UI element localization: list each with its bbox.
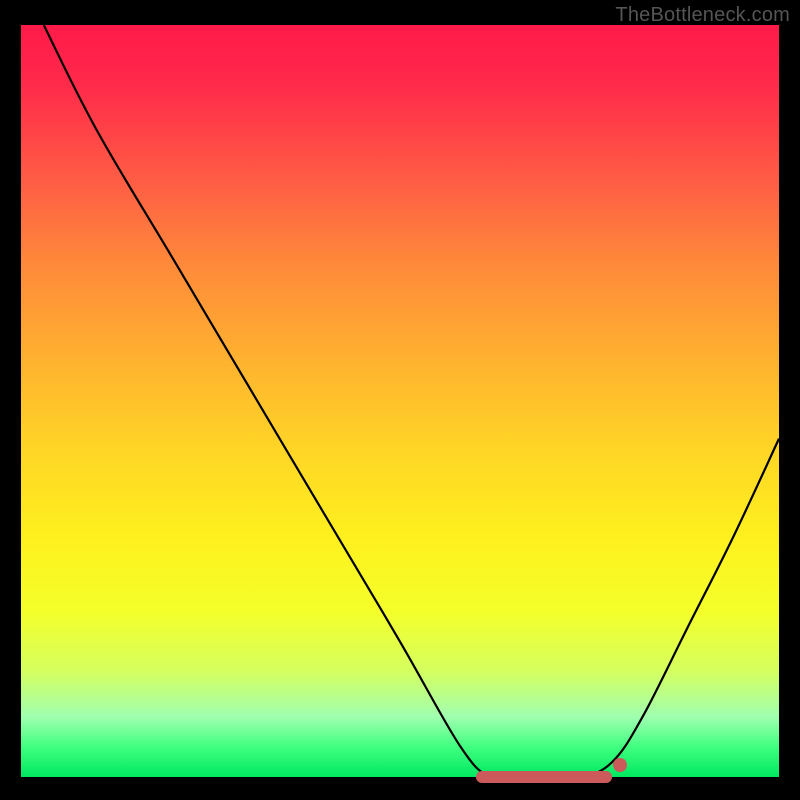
watermark-text: TheBottleneck.com — [615, 4, 790, 27]
trough-highlight — [476, 771, 612, 783]
chart-curve — [21, 25, 779, 777]
